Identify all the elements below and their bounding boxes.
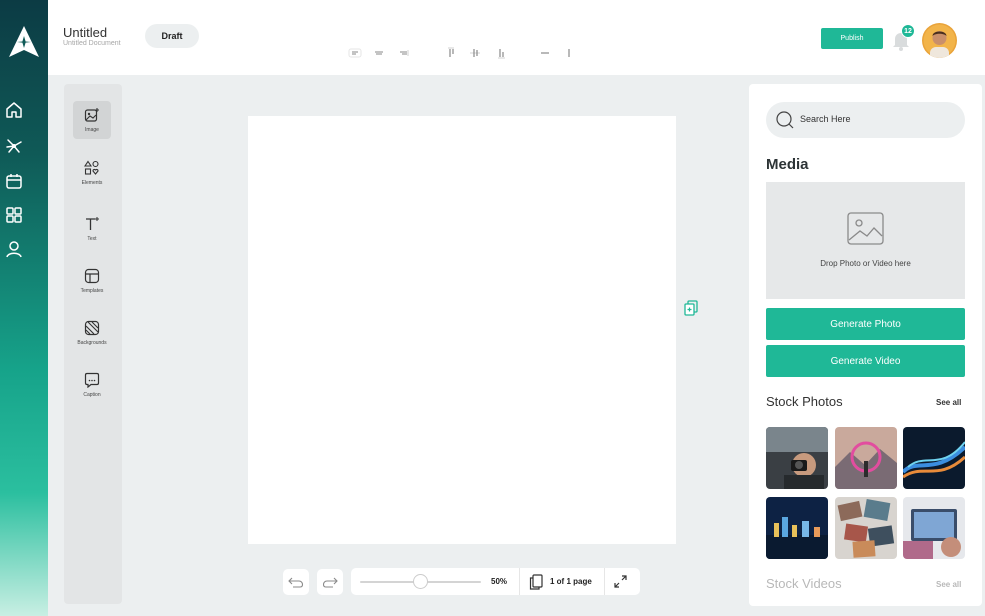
caption-icon xyxy=(84,372,100,388)
generate-photo-button[interactable]: Generate Photo xyxy=(766,308,965,340)
top-header: Untitled Untitled Document Draft Publish… xyxy=(48,0,985,75)
tool-panel: Image Elements Text Templates Background… xyxy=(64,84,122,604)
align-left-icon[interactable] xyxy=(348,46,362,60)
dropzone-text: Drop Photo or Video here xyxy=(820,259,911,268)
undo-icon xyxy=(288,577,304,588)
fullscreen-icon[interactable] xyxy=(613,574,628,589)
tool-label: Caption xyxy=(83,392,101,398)
media-dropzone[interactable]: Drop Photo or Video here xyxy=(766,182,965,299)
stock-photo-thumbnail[interactable] xyxy=(766,427,828,489)
tool-label: Backgrounds xyxy=(77,340,107,346)
stock-photos-see-all[interactable]: See all xyxy=(936,398,961,407)
stock-videos-see-all[interactable]: See all xyxy=(936,580,961,589)
app-logo-icon[interactable] xyxy=(6,24,42,60)
tool-templates[interactable]: Templates xyxy=(73,262,111,300)
tool-label: Image xyxy=(85,127,99,133)
divider xyxy=(519,568,520,595)
template-icon xyxy=(84,268,100,284)
tool-caption[interactable]: Caption xyxy=(73,366,111,404)
media-panel: Search Here Media Drop Photo or Video he… xyxy=(749,84,982,606)
distribute-vertical-icon[interactable] xyxy=(562,46,576,60)
align-right-icon[interactable] xyxy=(396,46,410,60)
tool-label: Templates xyxy=(80,288,104,294)
align-top-icon[interactable] xyxy=(444,46,458,60)
search-icon xyxy=(776,111,794,129)
text-icon xyxy=(86,217,99,230)
tool-label: Elements xyxy=(81,180,103,186)
search-input[interactable]: Search Here xyxy=(800,114,851,124)
tool-label: Text xyxy=(87,236,97,242)
redo-button[interactable] xyxy=(317,569,343,595)
calendar-icon[interactable] xyxy=(4,171,24,191)
background-icon xyxy=(84,320,100,336)
zoom-slider-handle[interactable] xyxy=(413,574,428,589)
user-avatar[interactable] xyxy=(922,23,957,58)
tool-text[interactable]: Text xyxy=(73,210,111,248)
divider xyxy=(604,568,605,595)
stock-photo-thumbnail[interactable] xyxy=(835,427,897,489)
pages-icon[interactable] xyxy=(529,574,543,590)
align-middle-icon[interactable] xyxy=(468,46,482,60)
stock-photos-title: Stock Photos xyxy=(766,394,843,409)
document-subtitle: Untitled Document xyxy=(63,40,121,47)
draft-status-button[interactable]: Draft xyxy=(145,24,199,48)
image-add-icon xyxy=(84,108,99,122)
undo-button[interactable] xyxy=(283,569,309,595)
user-icon[interactable] xyxy=(4,239,24,259)
stock-photo-thumbnail[interactable] xyxy=(766,497,828,559)
publish-button[interactable]: Publish xyxy=(821,28,883,49)
media-title: Media xyxy=(766,156,809,173)
tool-elements[interactable]: Elements xyxy=(73,154,111,192)
tool-backgrounds[interactable]: Backgrounds xyxy=(73,314,111,352)
page-count: 1 of 1 page xyxy=(550,577,592,586)
document-title[interactable]: Untitled xyxy=(63,25,107,40)
distribute-horizontal-icon[interactable] xyxy=(538,46,552,60)
network-icon[interactable] xyxy=(4,136,24,156)
stock-videos-title: Stock Videos xyxy=(766,576,842,591)
home-icon[interactable] xyxy=(4,100,24,120)
image-placeholder-icon xyxy=(847,212,884,245)
zoom-value: 50% xyxy=(491,577,508,586)
stock-photo-thumbnail[interactable] xyxy=(835,497,897,559)
align-center-icon[interactable] xyxy=(372,46,386,60)
search-field[interactable]: Search Here xyxy=(766,102,965,138)
grid-icon[interactable] xyxy=(4,205,24,225)
zoom-bar: 50% 1 of 1 page xyxy=(351,568,640,595)
stock-photo-thumbnail[interactable] xyxy=(903,497,965,559)
redo-icon xyxy=(322,577,338,588)
stock-photo-thumbnail[interactable] xyxy=(903,427,965,489)
design-canvas[interactable] xyxy=(248,116,676,544)
app-rail xyxy=(0,0,48,616)
align-bottom-icon[interactable] xyxy=(494,46,508,60)
notification-badge: 12 xyxy=(901,24,915,38)
shapes-icon xyxy=(84,160,99,175)
generate-video-button[interactable]: Generate Video xyxy=(766,345,965,377)
duplicate-page-icon[interactable] xyxy=(684,300,698,316)
tool-image[interactable]: Image xyxy=(73,101,111,139)
